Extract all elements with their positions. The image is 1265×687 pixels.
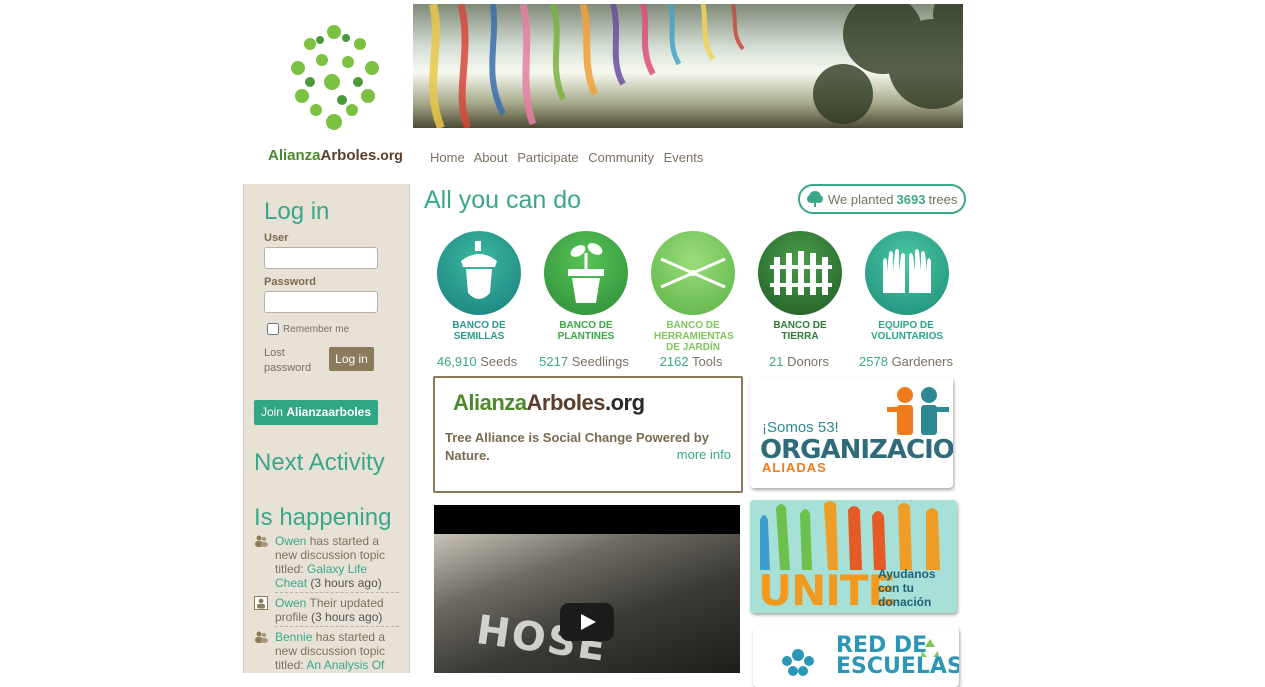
planted-suffix: trees [928,191,958,207]
user-label: User [264,232,289,244]
donate-banner[interactable]: UNITE Ayudanos con tu donación [750,500,957,613]
bank-tools-label: BANCO DE HERRAMIENTAS DE JARDÍN [654,320,734,353]
remember-checkbox[interactable] [267,323,279,335]
activity-divider [275,626,399,627]
is-happening-title: Is happening [254,504,392,531]
site-logo[interactable] [262,10,407,170]
tree-icon [807,191,823,207]
seedlings-stat: 5217 Seedlings [539,354,629,369]
volunteers-label: EQUIPO DE VOLUNTARIOS [871,320,944,342]
shears-icon [660,257,726,289]
password-input[interactable] [264,291,378,313]
activity-divider [275,592,399,593]
activity-topic-link[interactable]: An Analysis Of [306,658,384,672]
sidebar: Log in User Password Remember me Lost pa… [243,184,410,673]
trees-planted-badge: We planted 3693 trees [798,184,966,214]
gloves-icon [883,249,931,293]
seeds-stat: 46,910 Seeds [436,354,518,369]
bank-seedlings-link[interactable] [544,231,628,315]
login-button[interactable]: Log in [329,347,374,371]
bank-seedlings-label: BANCO DE PLANTINES [557,320,615,342]
nav-home[interactable]: Home [430,150,465,165]
remember-label: Remember me [283,323,350,335]
activity-time: (3 hours ago) [310,576,382,590]
nav-about[interactable]: About [474,150,508,165]
bank-soil-link[interactable] [758,231,842,315]
activity-time: (3 hours ago) [311,610,383,624]
user-input[interactable] [264,247,378,269]
nav-events[interactable]: Events [664,150,704,165]
gardeners-stat: 2578 Gardeners [859,354,953,369]
donate-text: Ayudanos con tu donación [878,567,936,609]
about-logo: AlianzaArboles.org [453,390,645,415]
hands-tree-icon [291,25,379,130]
activity-item: Owen has started a new discussion topic … [254,534,399,590]
org-count-text: ¡Somos 53! [762,419,839,436]
bank-seeds-label: BANCO DE SEMILLAS [452,320,506,342]
about-box: AlianzaArboles.org Tree Alliance is Soci… [433,376,743,493]
org-subtitle: ALIADAS [762,460,827,475]
remember-me[interactable]: Remember me [267,323,349,335]
login-title: Log in [264,198,330,225]
main-nav: Home About Participate Community Events [430,150,709,165]
schools-title: RED DE ESCUELAS [836,633,959,679]
flower-tree-icon [782,649,814,676]
join-button[interactable]: Join Alianzaarboles [254,400,378,425]
logo-wordmark: AlianzaArboles.org [268,147,403,164]
nav-community[interactable]: Community [588,150,654,165]
next-activity-title: Next Activity [254,449,385,476]
activity-user-link[interactable]: Owen [275,534,306,548]
volunteers-team-link[interactable] [865,231,949,315]
play-button[interactable] [560,603,614,641]
ribbons-photo-icon [429,4,963,128]
header-banner-image [413,4,963,128]
unite-text: UNITE [758,566,896,613]
group-icon [255,535,268,547]
schools-network-banner[interactable]: RED DE ESCUELAS [753,627,959,687]
join-prefix: Join [260,405,283,419]
group-icon [255,631,268,643]
more-info-link[interactable]: more info [677,447,731,462]
planted-prefix: We planted [828,191,894,207]
acorn-icon [461,241,497,299]
fence-icon [770,251,832,295]
bank-tools-link[interactable] [651,231,735,315]
profile-icon [254,596,268,610]
page-title: All you can do [424,186,582,214]
join-name: Alianzaarboles [286,405,372,419]
password-label: Password [264,276,316,288]
people-icon [887,387,949,435]
tools-stat: 2162 Tools [659,354,723,369]
allied-orgs-banner[interactable]: ¡Somos 53! ORGANIZACIONES ALIADAS [750,377,953,488]
planted-count: 3693 [896,191,926,207]
activity-user-link[interactable]: Bennie [275,630,312,644]
donors-stat: 21 Donors [768,354,829,369]
lost-password-link[interactable]: Lost password [264,346,324,376]
bank-seeds-link[interactable] [437,231,521,315]
bank-soil-label: BANCO DE TIERRA [773,320,827,342]
nav-participate[interactable]: Participate [517,150,578,165]
activity-user-link[interactable]: Owen [275,596,306,610]
activity-item: Bennie has started a new discussion topi… [254,630,399,672]
video-player[interactable]: HOSE [434,505,740,673]
seedling-pot-icon [568,243,604,303]
hands-icon [760,501,940,570]
activity-item: Owen Their updated profile (3 hours ago) [254,596,399,624]
